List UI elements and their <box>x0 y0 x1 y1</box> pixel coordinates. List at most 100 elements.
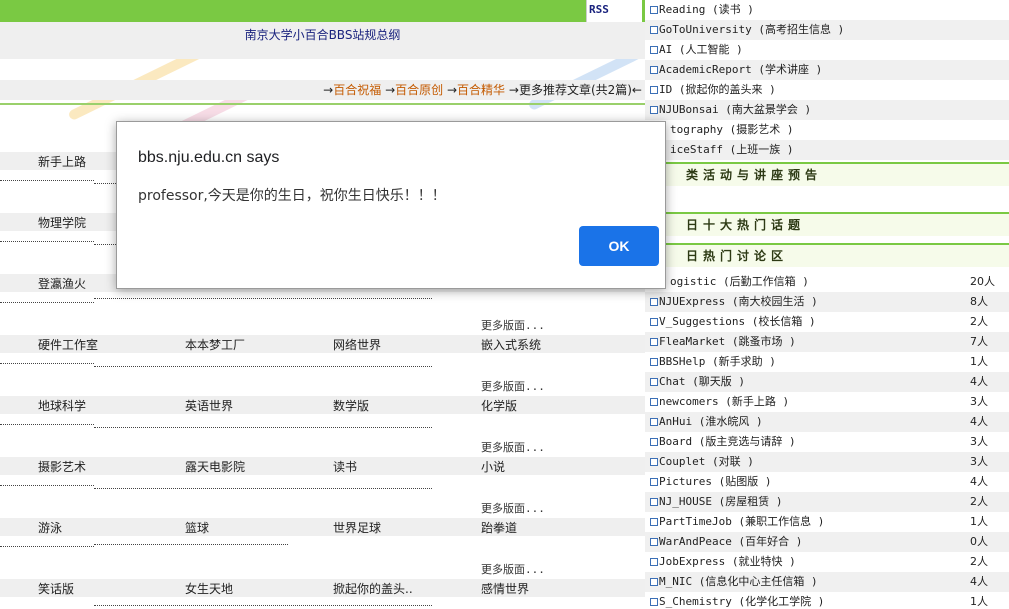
square-bullet-icon <box>650 6 658 14</box>
square-bullet-icon <box>650 458 658 466</box>
square-bullet-icon <box>650 298 658 306</box>
top-bar <box>0 0 645 22</box>
square-bullet-icon <box>650 398 658 406</box>
divider <box>94 544 288 545</box>
section-header-top-topics[interactable]: 日十大热门话题 <box>645 212 1009 236</box>
nav-link-blessings[interactable]: 百合祝福 <box>333 83 381 97</box>
list-item[interactable]: tography (摄影艺术 ) <box>645 120 1009 140</box>
section-header-hot-boards[interactable]: 日热门讨论区 <box>645 243 1009 267</box>
hot-board-item[interactable]: NJUExpress (南大校园生活 ) 8人 <box>645 292 1009 312</box>
hot-board-item[interactable]: BBSHelp (新手求助 ) 1人 <box>645 352 1009 372</box>
hot-board-item[interactable]: NJ_HOUSE (房屋租赁 ) 2人 <box>645 492 1009 512</box>
board-link[interactable]: 新手上路 <box>38 153 86 170</box>
hot-board-item[interactable]: FleaMarket (跳蚤市场 ) 7人 <box>645 332 1009 352</box>
divider <box>0 302 94 303</box>
board-link[interactable]: 摄影艺术 <box>38 458 86 475</box>
square-bullet-icon <box>650 438 658 446</box>
hot-board-item[interactable]: Board (版主竞选与请辞 ) 3人 <box>645 432 1009 452</box>
board-link[interactable]: 游泳 <box>38 519 62 536</box>
rss-link[interactable]: RSS <box>586 0 642 22</box>
more-recommend-link[interactable]: 更多推荐文章(共2篇)← <box>519 83 642 97</box>
divider <box>0 363 94 364</box>
square-bullet-icon <box>650 46 658 54</box>
hot-board-item[interactable]: ogistic (后勤工作信箱 ) 20人 <box>645 272 1009 292</box>
list-item[interactable]: AI (人工智能 ) <box>645 40 1009 60</box>
list-item[interactable]: iceStaff (上班一族 ) <box>645 140 1009 160</box>
divider <box>94 427 432 428</box>
list-item[interactable]: AcademicReport (学术讲座 ) <box>645 60 1009 80</box>
square-bullet-icon <box>650 66 658 74</box>
square-bullet-icon <box>650 106 658 114</box>
sidebar: Reading (读书 ) GoToUniversity (高考招生信息 ) A… <box>645 0 1009 609</box>
square-bullet-icon <box>650 86 658 94</box>
square-bullet-icon <box>650 418 658 426</box>
divider <box>94 488 432 489</box>
hot-board-item[interactable]: AnHui (淮水皖风 ) 4人 <box>645 412 1009 432</box>
divider <box>94 298 432 299</box>
divider <box>0 546 94 547</box>
row-band <box>0 579 645 597</box>
board-link[interactable]: 世界足球 <box>333 519 381 536</box>
nav-link-digest[interactable]: 百合精华 <box>457 83 505 97</box>
board-link[interactable]: 篮球 <box>185 519 209 536</box>
board-link[interactable]: 感情世界 <box>481 580 529 597</box>
hot-board-item[interactable]: JobExpress (就业特快 ) 2人 <box>645 552 1009 572</box>
square-bullet-icon <box>650 478 658 486</box>
board-link[interactable]: 数学版 <box>333 397 369 414</box>
list-item[interactable]: NJUBonsai (南大盆景学会 ) <box>645 100 1009 120</box>
dialog-title: bbs.nju.edu.cn says <box>138 149 280 166</box>
square-bullet-icon <box>650 598 658 606</box>
ok-button[interactable]: OK <box>579 226 659 266</box>
board-link[interactable]: 跆拳道 <box>481 519 517 536</box>
board-link[interactable]: 露天电影院 <box>185 458 245 475</box>
board-link[interactable]: 嵌入式系统 <box>481 336 541 353</box>
board-link[interactable]: 物理学院 <box>38 214 86 231</box>
more-boards-link[interactable]: 更多版面... <box>481 500 545 516</box>
divider <box>0 180 94 181</box>
row-band <box>0 396 645 414</box>
hot-board-item[interactable]: Chat (聊天版 ) 4人 <box>645 372 1009 392</box>
board-link[interactable]: 掀起你的盖头.. <box>333 580 413 597</box>
board-link[interactable]: 硬件工作室 <box>38 336 98 353</box>
more-boards-link[interactable]: 更多版面... <box>481 378 545 394</box>
list-item[interactable]: ID (掀起你的盖头来 ) <box>645 80 1009 100</box>
board-link[interactable]: 女生天地 <box>185 580 233 597</box>
square-bullet-icon <box>650 26 658 34</box>
hot-board-item[interactable]: Pictures (贴图版 ) 4人 <box>645 472 1009 492</box>
arrow-icon: → <box>385 83 396 97</box>
hot-board-item[interactable]: PartTimeJob (兼职工作信息 ) 1人 <box>645 512 1009 532</box>
square-bullet-icon <box>650 378 658 386</box>
dialog-message: professor,今天是你的生日，祝你生日快乐！！！ <box>138 188 446 204</box>
rules-title-link[interactable]: 南京大学小百合BBS站规总纲 <box>0 26 645 43</box>
more-boards-link[interactable]: 更多版面... <box>481 561 545 577</box>
board-link[interactable]: 本本梦工厂 <box>185 336 245 353</box>
more-boards-link[interactable]: 更多版面... <box>481 317 545 333</box>
list-item[interactable]: GoToUniversity (高考招生信息 ) <box>645 20 1009 40</box>
square-bullet-icon <box>650 338 658 346</box>
divider <box>0 103 645 105</box>
hot-board-item[interactable]: newcomers (新手上路 ) 3人 <box>645 392 1009 412</box>
square-bullet-icon <box>650 558 658 566</box>
board-link[interactable]: 小说 <box>481 458 505 475</box>
nav-link-original[interactable]: 百合原创 <box>395 83 443 97</box>
hot-board-item[interactable]: WarAndPeace (百年好合 ) 0人 <box>645 532 1009 552</box>
list-item[interactable]: Reading (读书 ) <box>645 0 1009 20</box>
board-link[interactable]: 笑话版 <box>38 580 74 597</box>
board-link[interactable]: 化学版 <box>481 397 517 414</box>
hot-board-item[interactable]: Couplet (对联 ) 3人 <box>645 452 1009 472</box>
divider <box>94 366 432 367</box>
square-bullet-icon <box>650 318 658 326</box>
hot-board-item[interactable]: V_Suggestions (校长信箱 ) 2人 <box>645 312 1009 332</box>
board-link[interactable]: 网络世界 <box>333 336 381 353</box>
more-boards-link[interactable]: 更多版面... <box>481 439 545 455</box>
section-header-activities[interactable]: 类活动与讲座预告 <box>645 162 1009 186</box>
board-link[interactable]: 英语世界 <box>185 397 233 414</box>
board-link[interactable]: 读书 <box>333 458 357 475</box>
arrow-icon: → <box>446 83 458 97</box>
board-link[interactable]: 地球科学 <box>38 397 86 414</box>
square-bullet-icon <box>650 578 658 586</box>
hot-board-item[interactable]: S_Chemistry (化学化工学院 ) 1人 <box>645 592 1009 609</box>
board-link[interactable]: 登瀛渔火 <box>38 275 86 292</box>
hot-board-item[interactable]: M_NIC (信息化中心主任信箱 ) 4人 <box>645 572 1009 592</box>
square-bullet-icon <box>650 538 658 546</box>
